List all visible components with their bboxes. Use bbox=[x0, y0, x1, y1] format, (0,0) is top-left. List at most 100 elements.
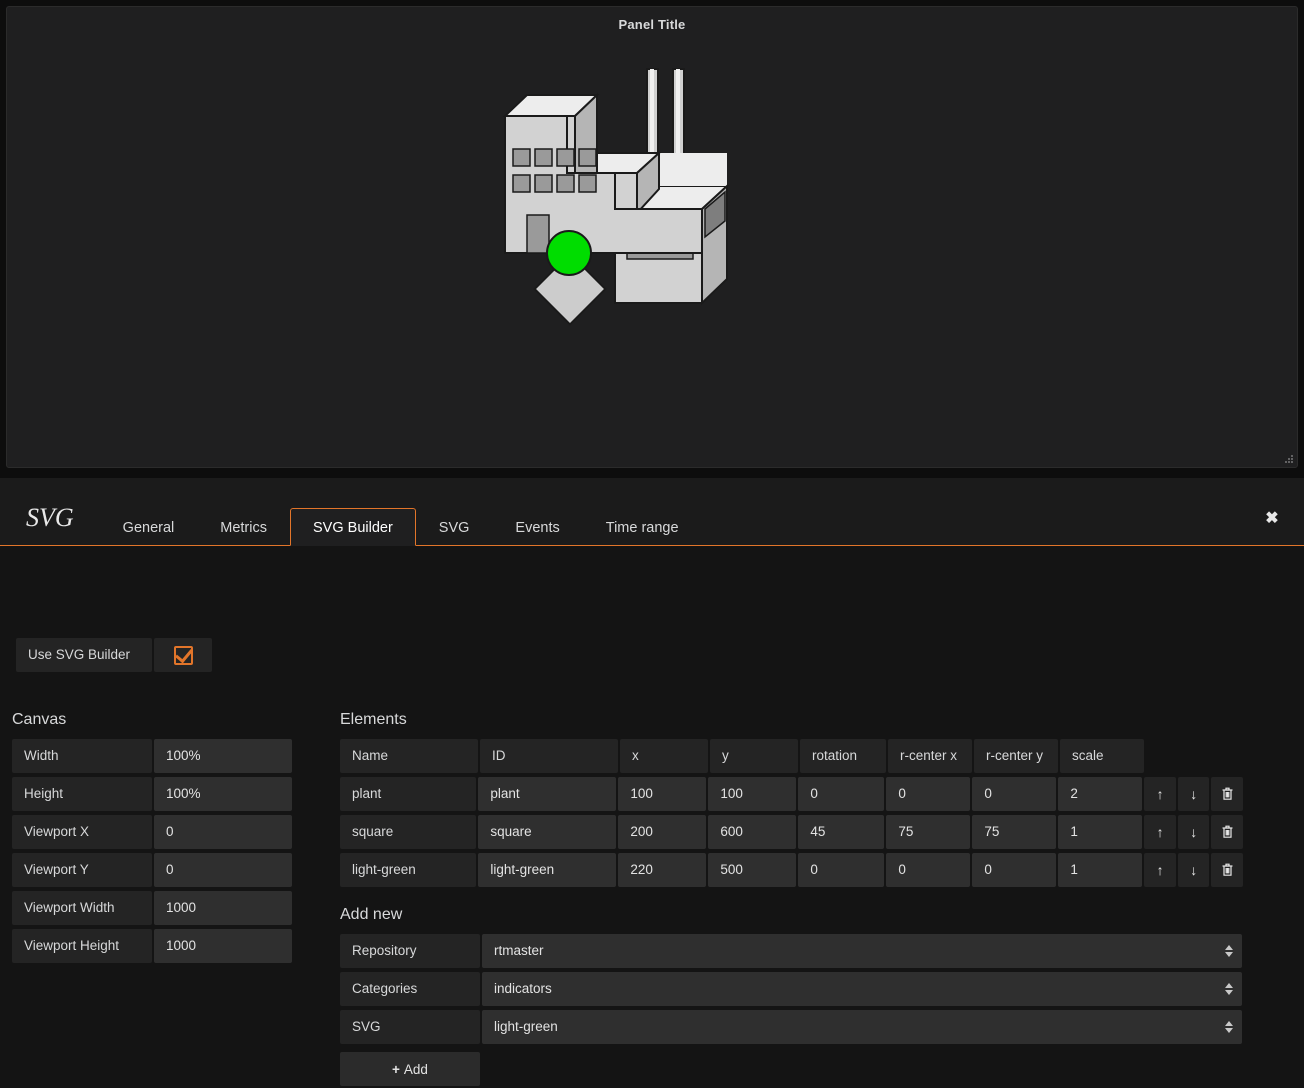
table-row: light-green ↑ ↓ bbox=[340, 853, 1245, 887]
move-up-icon[interactable]: ↑ bbox=[1144, 777, 1176, 811]
element-rcenterx-input[interactable] bbox=[886, 777, 971, 811]
elements-table: Name ID x y rotation r-center x r-center… bbox=[340, 739, 1245, 891]
canvas-viewport-height-input[interactable] bbox=[154, 929, 292, 963]
editor-brand-logo: SVG bbox=[26, 503, 74, 532]
editor-body: Use SVG Builder Canvas Width Height View… bbox=[0, 546, 1304, 1088]
tab-time-range[interactable]: Time range bbox=[583, 508, 702, 546]
canvas-viewport-x-label: Viewport X bbox=[12, 815, 152, 849]
element-rcentery-input[interactable] bbox=[972, 777, 1057, 811]
add-new-field-categories: Categories indicators bbox=[340, 972, 1245, 1006]
element-rotation-input[interactable] bbox=[798, 815, 885, 849]
move-down-icon[interactable]: ↓ bbox=[1177, 815, 1210, 849]
canvas-field-width: Width bbox=[12, 739, 297, 773]
element-name-square: square bbox=[340, 815, 477, 849]
tab-general[interactable]: General bbox=[100, 508, 198, 546]
elements-section: Elements Name ID x y rotation r-center x… bbox=[340, 711, 1245, 891]
add-new-section-title: Add new bbox=[340, 906, 403, 923]
canvas-field-height: Height bbox=[12, 777, 297, 811]
add-new-field-repository: Repository rtmaster bbox=[340, 934, 1245, 968]
canvas-section: Canvas Width Height Viewport X Viewport … bbox=[12, 711, 297, 967]
editor-tabs: General Metrics SVG Builder SVG Events T… bbox=[100, 478, 702, 546]
panel-resize-handle[interactable] bbox=[1284, 454, 1294, 464]
move-down-icon[interactable]: ↓ bbox=[1177, 777, 1210, 811]
element-rcentery-input[interactable] bbox=[972, 853, 1057, 887]
add-new-field-svg: SVG light-green bbox=[340, 1010, 1245, 1044]
table-header-row: Name ID x y rotation r-center x r-center… bbox=[340, 739, 1245, 773]
panel-editor: SVG General Metrics SVG Builder SVG Even… bbox=[0, 478, 1304, 1088]
delete-trash-icon[interactable] bbox=[1211, 853, 1244, 887]
element-rcenterx-input[interactable] bbox=[886, 853, 971, 887]
repository-label: Repository bbox=[340, 934, 480, 968]
svg-label: SVG bbox=[340, 1010, 480, 1044]
add-button[interactable]: + Add bbox=[340, 1052, 480, 1086]
tab-events[interactable]: Events bbox=[492, 508, 582, 546]
element-y-input[interactable] bbox=[708, 815, 797, 849]
categories-label: Categories bbox=[340, 972, 480, 1006]
element-rcentery-input[interactable] bbox=[972, 815, 1057, 849]
canvas-viewport-x-input[interactable] bbox=[154, 815, 292, 849]
add-new-section: Add new Repository rtmaster Categories i… bbox=[340, 906, 1245, 1086]
element-scale-input[interactable] bbox=[1058, 815, 1143, 849]
element-x-input[interactable] bbox=[618, 815, 707, 849]
table-row: plant ↑ ↓ bbox=[340, 777, 1245, 811]
plant-graphic bbox=[502, 68, 730, 326]
move-down-icon[interactable]: ↓ bbox=[1177, 853, 1210, 887]
element-id-input[interactable] bbox=[478, 815, 617, 849]
canvas-viewport-height-label: Viewport Height bbox=[12, 929, 152, 963]
page-title: Panel Title bbox=[618, 17, 686, 32]
element-id-input[interactable] bbox=[478, 777, 617, 811]
move-up-icon[interactable]: ↑ bbox=[1144, 815, 1176, 849]
canvas-section-title: Canvas bbox=[12, 711, 67, 728]
move-up-icon[interactable]: ↑ bbox=[1144, 853, 1176, 887]
element-name-light-green: light-green bbox=[340, 853, 477, 887]
categories-select-wrap: indicators bbox=[482, 972, 1242, 1006]
tab-metrics[interactable]: Metrics bbox=[197, 508, 290, 546]
canvas-height-input[interactable] bbox=[154, 777, 292, 811]
element-y-input[interactable] bbox=[708, 777, 797, 811]
svg-select[interactable]: light-green bbox=[482, 1010, 1242, 1044]
column-header-rotation: rotation bbox=[800, 739, 886, 773]
element-x-input[interactable] bbox=[618, 853, 707, 887]
column-header-x: x bbox=[620, 739, 708, 773]
use-svg-builder-row: Use SVG Builder bbox=[16, 638, 212, 672]
repository-select-wrap: rtmaster bbox=[482, 934, 1242, 968]
element-rotation-input[interactable] bbox=[798, 777, 885, 811]
canvas-field-viewport-x: Viewport X bbox=[12, 815, 297, 849]
canvas-field-viewport-height: Viewport Height bbox=[12, 929, 297, 963]
canvas-viewport-y-input[interactable] bbox=[154, 853, 292, 887]
column-header-scale: scale bbox=[1060, 739, 1144, 773]
tab-svg-builder[interactable]: SVG Builder bbox=[290, 508, 416, 546]
column-header-r-center-y: r-center y bbox=[974, 739, 1058, 773]
tab-svg[interactable]: SVG bbox=[416, 508, 493, 546]
svg-canvas[interactable] bbox=[7, 41, 1297, 467]
svg-select-wrap: light-green bbox=[482, 1010, 1242, 1044]
column-header-name: Name bbox=[340, 739, 478, 773]
canvas-height-label: Height bbox=[12, 777, 152, 811]
element-rcenterx-input[interactable] bbox=[886, 815, 971, 849]
canvas-viewport-width-label: Viewport Width bbox=[12, 891, 152, 925]
column-header-y: y bbox=[710, 739, 798, 773]
column-header-id: ID bbox=[480, 739, 618, 773]
element-rotation-input[interactable] bbox=[798, 853, 885, 887]
delete-trash-icon[interactable] bbox=[1211, 815, 1244, 849]
canvas-width-input[interactable] bbox=[154, 739, 292, 773]
close-icon[interactable]: ✖ bbox=[1262, 509, 1282, 529]
element-x-input[interactable] bbox=[618, 777, 707, 811]
element-y-input[interactable] bbox=[708, 853, 797, 887]
element-scale-input[interactable] bbox=[1058, 777, 1143, 811]
element-id-input[interactable] bbox=[478, 853, 617, 887]
checkbox-checked-icon bbox=[173, 645, 193, 665]
delete-trash-icon[interactable] bbox=[1211, 777, 1244, 811]
add-button-label: Add bbox=[403, 1062, 428, 1077]
column-header-r-center-x: r-center x bbox=[888, 739, 972, 773]
element-name-plant: plant bbox=[340, 777, 477, 811]
table-row: square ↑ ↓ bbox=[340, 815, 1245, 849]
elements-section-title: Elements bbox=[340, 711, 407, 728]
plus-icon: + bbox=[392, 1062, 400, 1077]
use-svg-builder-checkbox[interactable] bbox=[154, 638, 212, 672]
element-scale-input[interactable] bbox=[1058, 853, 1143, 887]
categories-select[interactable]: indicators bbox=[482, 972, 1242, 1006]
canvas-viewport-width-input[interactable] bbox=[154, 891, 292, 925]
repository-select[interactable]: rtmaster bbox=[482, 934, 1242, 968]
canvas-field-viewport-y: Viewport Y bbox=[12, 853, 297, 887]
